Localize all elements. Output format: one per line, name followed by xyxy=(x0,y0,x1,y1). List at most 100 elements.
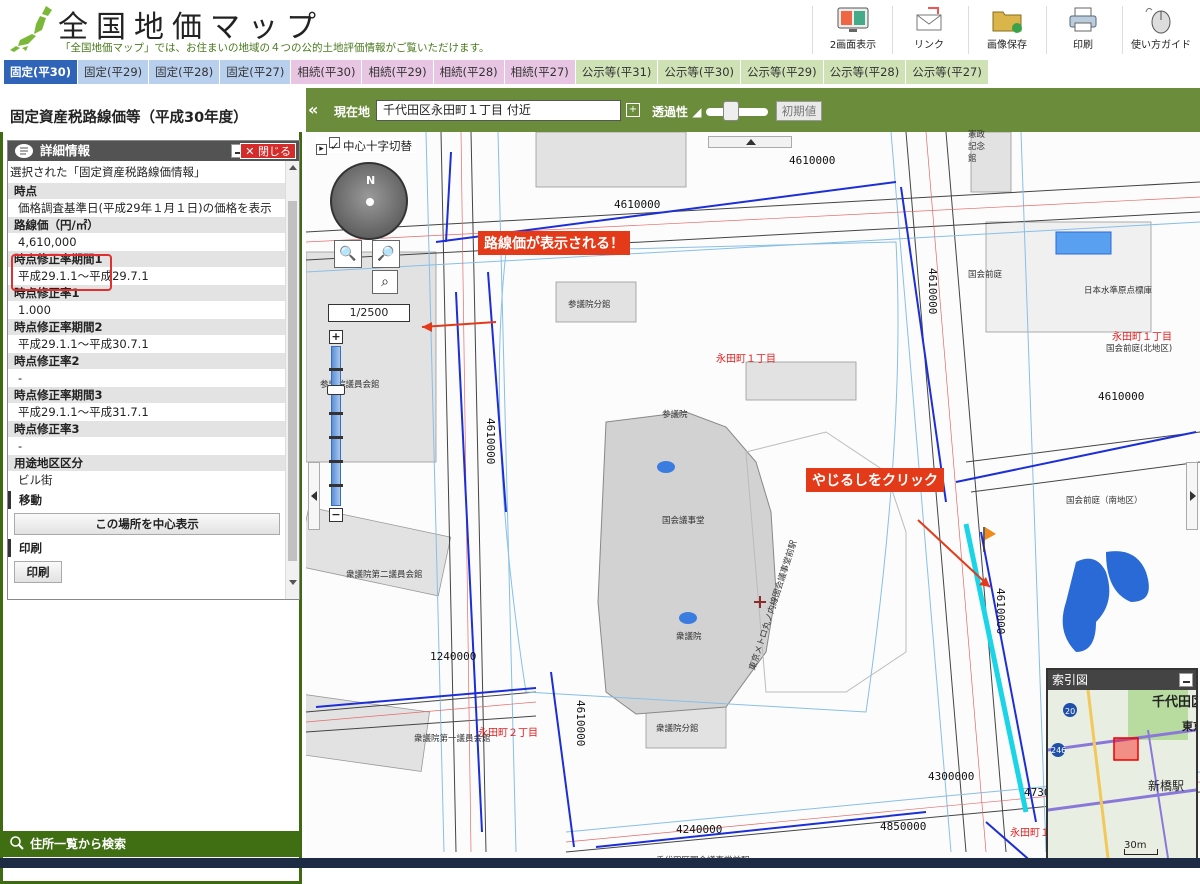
printer-icon xyxy=(1069,7,1097,32)
price-label[interactable]: 4610000 xyxy=(789,154,835,167)
price-label[interactable]: 4610000 xyxy=(614,198,660,211)
building-label: 衆議院 xyxy=(676,632,702,642)
detail-scrollbar[interactable] xyxy=(285,161,299,599)
detail-print-button[interactable]: 印刷 xyxy=(14,561,62,583)
index-map-header[interactable]: 索引図 xyxy=(1048,670,1196,690)
price-label[interactable]: 1240000 xyxy=(430,650,476,663)
price-label[interactable]: 4610000 xyxy=(926,268,939,314)
crosshair-toggle[interactable]: ▸ ✓ 中心十字切替 xyxy=(316,137,416,155)
detail-field-label: 時点修正率3 xyxy=(8,421,286,437)
location-field[interactable]: 千代田区永田町１丁目 付近 xyxy=(376,100,621,121)
building-label: 憲政記念館 xyxy=(968,130,986,164)
scroll-down-icon[interactable] xyxy=(289,580,297,585)
price-shown-callout: 路線価が表示される！ xyxy=(478,231,630,255)
close-button[interactable]: ✕ 閉じる xyxy=(240,143,296,159)
scroll-up-icon[interactable] xyxy=(289,165,297,170)
price-label[interactable]: 4610000 xyxy=(484,418,497,464)
guide-button[interactable]: 使い方ガイド xyxy=(1124,0,1198,56)
index-map-window: 索引図 千代田区 東京 新橋駅 20 246 xyxy=(1046,668,1200,860)
pan-compass[interactable]: N xyxy=(330,162,408,240)
price-label[interactable]: 4850000 xyxy=(880,820,926,833)
detail-field-value: 平成29.1.1～平成31.7.1 xyxy=(18,405,149,419)
tab-sozoku[interactable]: 相続(平29) xyxy=(362,60,433,84)
route-shield-label: 246 xyxy=(1051,746,1066,755)
panel-title: 固定資産税路線価等（平成30年度） xyxy=(10,110,248,126)
zoom-in-magnifier-icon[interactable]: 🔍 xyxy=(334,240,362,268)
save-image-button[interactable]: 画像保存 xyxy=(972,0,1042,56)
zoom-tick xyxy=(329,368,343,371)
zoom-tick xyxy=(329,436,343,439)
detail-rows: 時点 価格調査基準日(平成29年１月１日)の価格を表示 路線価（円/㎡） 4,610,… xyxy=(8,183,286,489)
building-label: 国会議事堂 xyxy=(662,516,705,526)
price-label[interactable]: 4240000 xyxy=(676,823,722,836)
address-search-label: 住所一覧から検索 xyxy=(30,837,127,851)
tab-sozoku[interactable]: 相続(平30) xyxy=(291,60,362,84)
locate-target-icon[interactable]: + xyxy=(626,103,640,117)
tab-koji[interactable]: 公示等(平27) xyxy=(906,60,988,84)
click-arrow-callout: やじるしをクリック xyxy=(806,468,944,492)
tab-sozoku[interactable]: 相続(平28) xyxy=(433,60,504,84)
detail-field-value: 価格調査基準日(平成29年１月１日)の価格を表示 xyxy=(18,201,272,215)
building-label: 参議院 xyxy=(662,410,688,420)
expand-icon[interactable]: ▸ xyxy=(316,144,327,155)
tab-koji[interactable]: 公示等(平29) xyxy=(741,60,823,84)
detail-field-label: 時点 xyxy=(8,183,286,199)
scroll-thumb[interactable] xyxy=(288,201,297,561)
zoom-plus-button[interactable]: + xyxy=(329,330,343,344)
app-subtitle: 「全国地価マップ」では、お住まいの地域の４つの公的土地評価情報がご覧いただけます… xyxy=(60,42,490,54)
tab-koji[interactable]: 公示等(平28) xyxy=(823,60,906,84)
price-label[interactable]: 4610000 xyxy=(1098,390,1144,403)
folder-save-icon xyxy=(992,11,1022,33)
tab-kotei[interactable]: 固定(平30) xyxy=(4,60,78,84)
building-label: 国会前庭(北地区) xyxy=(1106,344,1173,354)
index-map-image[interactable]: 千代田区 東京 新橋駅 20 246 xyxy=(1047,689,1200,859)
reset-opacity-button[interactable]: 初期値 xyxy=(776,101,822,121)
opacity-slider-knob[interactable] xyxy=(722,101,739,121)
detail-field-label: 時点修正率期間3 xyxy=(8,387,286,403)
price-label[interactable]: 4610000 xyxy=(994,588,1007,634)
tab-kotei[interactable]: 固定(平27) xyxy=(220,60,291,84)
center-map-button[interactable]: この場所を中心表示 xyxy=(14,513,280,535)
japan-map-logo-icon xyxy=(10,6,52,52)
print-button[interactable]: 印刷 xyxy=(1048,0,1118,56)
route-shield-label: 20 xyxy=(1065,707,1075,716)
address-search-bar[interactable]: 住所一覧から検索 xyxy=(0,831,300,857)
zoom-out-magnifier-icon[interactable]: 🔎 xyxy=(372,240,400,268)
detail-header[interactable]: 詳細情報 ✕ 閉じる xyxy=(8,141,299,161)
index-place-label: 千代田区 xyxy=(1152,694,1196,710)
pan-up-arrow[interactable] xyxy=(708,136,792,148)
detail-field-value: - xyxy=(18,439,23,453)
zoom-minus-button[interactable]: − xyxy=(329,508,343,522)
link-button[interactable]: リンク xyxy=(894,0,964,56)
detail-body: 選択された「固定資産税路線価情報」 時点 価格調査基準日(平成29年１月１日)の価… xyxy=(8,161,286,599)
print-section-label: 印刷 xyxy=(8,539,286,557)
detail-field-label: 時点修正率2 xyxy=(8,353,286,369)
map-scalebar: 30m xyxy=(1124,840,1158,855)
detail-field-label: 時点修正率期間2 xyxy=(8,319,286,335)
guide-label: 使い方ガイド xyxy=(1131,40,1191,51)
crosshair-label: 中心十字切替 xyxy=(343,139,412,153)
detail-window: 詳細情報 ✕ 閉じる 選択された「固定資産税路線価情報」 時点 価格調査基準日(平… xyxy=(7,140,300,600)
zoom-reset-magnifier-icon[interactable]: ⌕ xyxy=(372,270,398,294)
building-label: 衆議院第二議員会館 xyxy=(346,570,423,580)
tab-koji[interactable]: 公示等(平30) xyxy=(658,60,740,84)
detail-title: 詳細情報 xyxy=(40,143,91,158)
tab-sozoku[interactable]: 相続(平27) xyxy=(504,60,575,84)
pan-right-arrow[interactable] xyxy=(1186,462,1198,530)
price-label[interactable]: 4610000 xyxy=(574,700,587,746)
scale-display: 1/2500 xyxy=(328,304,410,322)
tab-kotei[interactable]: 固定(平29) xyxy=(78,60,149,84)
index-map-title: 索引図 xyxy=(1052,673,1089,687)
crosshair-checkbox[interactable]: ✓ xyxy=(329,137,340,153)
compass-center-icon[interactable] xyxy=(366,198,374,206)
zoom-slider-knob[interactable] xyxy=(327,385,345,395)
split-screen-button[interactable]: 2画面表示 xyxy=(818,0,888,56)
tab-kotei[interactable]: 固定(平28) xyxy=(149,60,220,84)
pan-left-arrow[interactable] xyxy=(308,462,320,530)
collapse-panel-button[interactable]: « xyxy=(308,100,324,120)
place-label: 永田町１丁目 xyxy=(716,354,776,365)
tab-koji[interactable]: 公示等(平31) xyxy=(575,60,658,84)
building-label: 国会前庭（南地区） xyxy=(1066,496,1143,506)
index-minimize-button[interactable] xyxy=(1179,673,1193,687)
price-label[interactable]: 4300000 xyxy=(928,770,974,783)
